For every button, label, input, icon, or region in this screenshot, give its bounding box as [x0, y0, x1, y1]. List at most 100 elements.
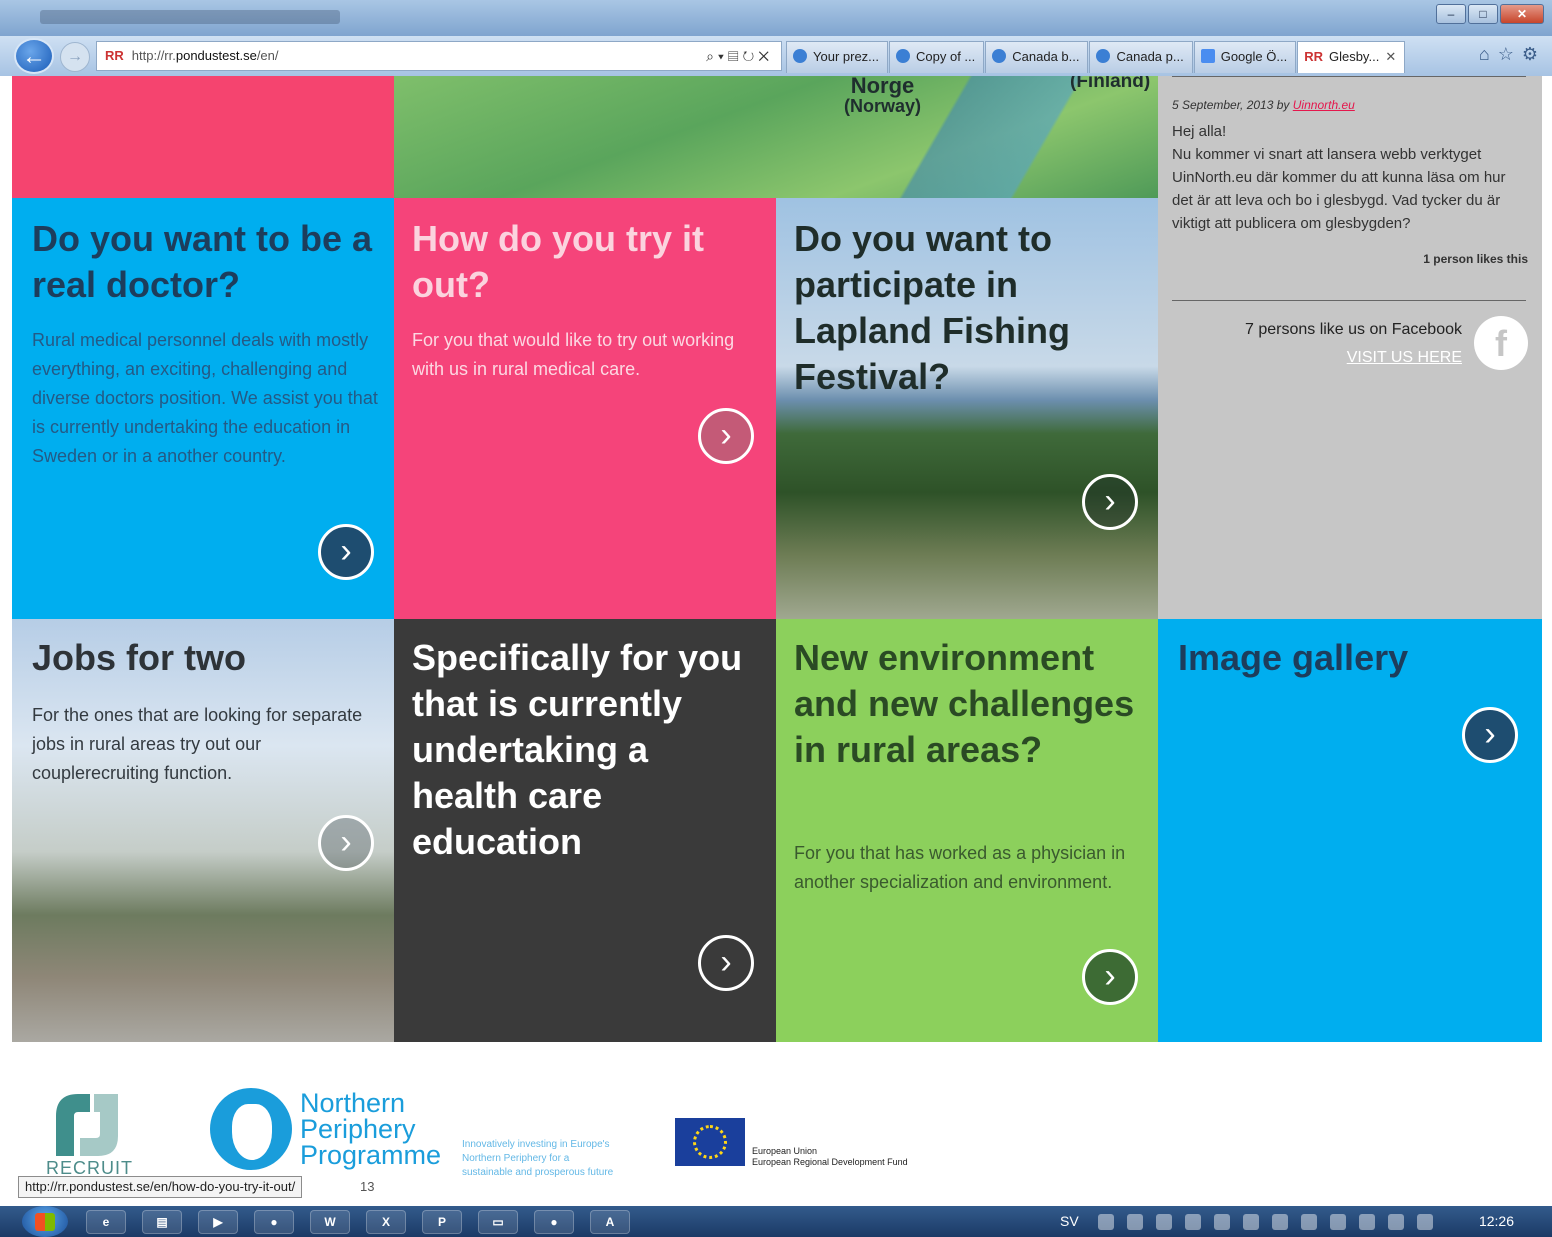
ie-icon	[992, 49, 1007, 63]
tile-real-doctor[interactable]: Do you want to be a real doctor? Rural m…	[12, 198, 394, 619]
stop-icon[interactable]: ✕	[758, 48, 773, 64]
map-label-norway: Norge (Norway)	[844, 76, 922, 116]
maximize-button[interactable]: □	[1468, 4, 1498, 24]
minimize-button[interactable]: –	[1436, 4, 1466, 24]
home-icon[interactable]: ⌂	[1479, 44, 1498, 64]
powerpoint-taskbar-icon[interactable]: P	[422, 1210, 462, 1234]
address-bar[interactable]: RR http://rr.pondustest.se/en/ ⌕▾▤↻✕	[96, 41, 782, 71]
tab-canada-b[interactable]: Canada b...	[985, 41, 1089, 73]
footer-year-fragment: 13	[360, 1179, 375, 1194]
map-label-finland: (Finland)	[1070, 76, 1151, 92]
remote-desktop-taskbar-icon[interactable]: ▭	[478, 1210, 518, 1234]
search-icon[interactable]: ⌕▾	[706, 48, 728, 64]
system-tray	[1098, 1214, 1446, 1230]
windows-taskbar: e ▤ ▶ ● W X P ▭ ● A SV 12:26	[0, 1206, 1552, 1237]
refresh-icon[interactable]: ↻	[743, 48, 759, 64]
tile-text: For you that would like to try out worki…	[412, 330, 735, 379]
npp-logo-text: Northern Periphery Programme	[300, 1088, 442, 1170]
window-title-bar: – □ ✕	[0, 0, 1552, 36]
tile-title: New environment and new challenges in ru…	[794, 637, 1135, 770]
tab-your-prez[interactable]: Your prez...	[786, 41, 889, 73]
tile-image-gallery[interactable]: Image gallery ›	[1158, 619, 1542, 1042]
start-button[interactable]	[22, 1206, 68, 1237]
chevron-right-icon[interactable]: ›	[318, 524, 374, 580]
tile-title: Jobs for two	[32, 637, 246, 678]
language-indicator[interactable]: SV	[1060, 1206, 1079, 1237]
gear-icon[interactable]: ⚙	[1522, 44, 1546, 64]
tile-lapland-fishing[interactable]: Do you want to participate in Lapland Fi…	[776, 198, 1158, 619]
address-domain: pondustest.se	[175, 48, 257, 63]
word-taskbar-icon[interactable]: W	[310, 1210, 350, 1234]
eu-text: European Union European Regional Develop…	[752, 1146, 908, 1167]
site-favicon: RR	[1304, 49, 1323, 64]
npp-tagline: Innovatively investing in Europe's North…	[462, 1139, 614, 1178]
ie-taskbar-icon[interactable]: e	[86, 1210, 126, 1234]
tray-icon[interactable]	[1185, 1214, 1201, 1230]
star-icon[interactable]: ☆	[1498, 44, 1522, 64]
close-button[interactable]: ✕	[1500, 4, 1544, 24]
chevron-right-icon[interactable]: ›	[318, 815, 374, 871]
back-button[interactable]: ←	[14, 38, 54, 74]
tile-jobs-for-two[interactable]: Jobs for two For the ones that are looki…	[12, 619, 394, 1042]
explorer-taskbar-icon[interactable]: ▤	[142, 1210, 182, 1234]
recruit-logo-icon	[56, 1094, 118, 1156]
tray-icon[interactable]	[1156, 1214, 1172, 1230]
ie-icon	[896, 49, 911, 63]
window-controls: – □ ✕	[1434, 4, 1544, 24]
tray-icon[interactable]	[1359, 1214, 1375, 1230]
facebook-icon[interactable]: f	[1474, 316, 1528, 370]
tray-icon[interactable]	[1098, 1214, 1114, 1230]
tray-icon[interactable]	[1243, 1214, 1259, 1230]
tile-health-care-education[interactable]: Specifically for you that is currently u…	[394, 619, 776, 1042]
tile-new-environment[interactable]: New environment and new challenges in ru…	[776, 619, 1158, 1042]
chevron-right-icon[interactable]: ›	[1082, 474, 1138, 530]
post-likes: 1 person likes this	[1423, 252, 1528, 266]
tray-icon[interactable]	[1417, 1214, 1433, 1230]
arrow-left-icon: ←	[22, 43, 46, 70]
tab-glesby[interactable]: RR Glesby... ✕	[1297, 41, 1406, 73]
divider	[1172, 300, 1526, 301]
tray-icon[interactable]	[1330, 1214, 1346, 1230]
post-text: Nu kommer vi snart att lansera webb verk…	[1172, 146, 1506, 232]
window-title-blurred	[40, 10, 340, 24]
close-tab-icon[interactable]: ✕	[1385, 49, 1396, 64]
app-taskbar-icon[interactable]: ●	[254, 1210, 294, 1234]
address-path: /en/	[256, 48, 279, 63]
media-player-taskbar-icon[interactable]: ▶	[198, 1210, 238, 1234]
tile-try-it-out[interactable]: How do you try it out? For you that woul…	[394, 198, 776, 619]
chevron-right-icon[interactable]: ›	[698, 408, 754, 464]
tray-icon[interactable]	[1214, 1214, 1230, 1230]
ie-icon	[793, 49, 807, 63]
browser-nav-bar: ← → RR http://rr.pondustest.se/en/ ⌕▾▤↻✕ …	[0, 36, 1552, 76]
post-author-link[interactable]: Uinnorth.eu	[1293, 98, 1355, 112]
page-content: Norge (Norway) (Finland) 5 September, 20…	[12, 76, 1542, 1042]
acrobat-taskbar-icon[interactable]: A	[590, 1210, 630, 1234]
facebook-visit-link[interactable]: VISIT US HERE	[1245, 344, 1462, 372]
compat-icon[interactable]: ▤	[728, 48, 743, 64]
facebook-box: 7 persons like us on Facebook VISIT US H…	[1245, 316, 1462, 372]
post-greeting: Hej alla!	[1172, 123, 1227, 140]
excel-taskbar-icon[interactable]: X	[366, 1210, 406, 1234]
browser-toolbar-icons: ⌂☆⚙	[1479, 44, 1546, 65]
volume-icon[interactable]	[1272, 1214, 1288, 1230]
tile-title: Do you want to be a real doctor?	[32, 218, 373, 305]
windows-logo-icon	[35, 1213, 55, 1231]
tray-icon[interactable]	[1301, 1214, 1317, 1230]
tab-google[interactable]: Google Ö...	[1193, 41, 1297, 73]
tab-copy-of[interactable]: Copy of ...	[889, 41, 985, 73]
chevron-right-icon[interactable]: ›	[698, 935, 754, 991]
tile-title: Image gallery	[1178, 637, 1409, 678]
app-taskbar-icon[interactable]: ●	[534, 1210, 574, 1234]
sidebar-panel: 5 September, 2013 by Uinnorth.eu Hej all…	[1158, 76, 1542, 619]
tile-text: For you that has worked as a physician i…	[794, 843, 1126, 892]
chevron-right-icon[interactable]: ›	[1462, 707, 1518, 763]
post-meta: 5 September, 2013 by Uinnorth.eu	[1172, 98, 1355, 112]
tab-canada-p[interactable]: Canada p...	[1089, 41, 1193, 73]
tray-icon[interactable]	[1127, 1214, 1143, 1230]
forward-button[interactable]: →	[60, 42, 90, 72]
taskbar-clock[interactable]: 12:26	[1479, 1206, 1514, 1237]
map-banner: Norge (Norway) (Finland)	[394, 76, 1158, 198]
chevron-right-icon[interactable]: ›	[1082, 949, 1138, 1005]
eu-flag-icon	[675, 1118, 745, 1166]
tray-icon[interactable]	[1388, 1214, 1404, 1230]
